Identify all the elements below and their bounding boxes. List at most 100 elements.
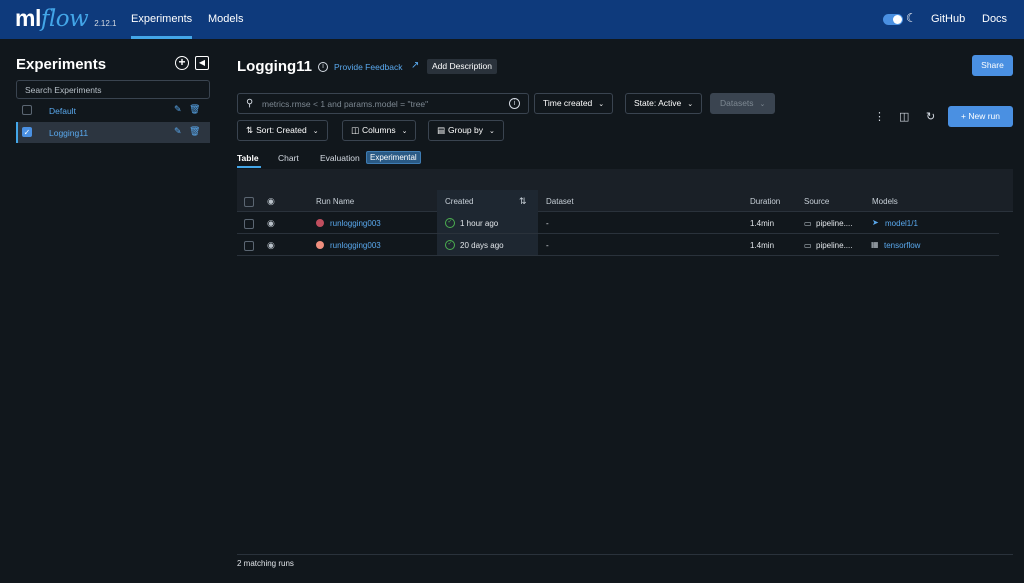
header-duration[interactable]: Duration [750,197,780,206]
sort-desc-icon[interactable]: ⇅ [519,196,527,207]
columns-label: Columns [362,125,396,135]
run-search-box[interactable]: ⚲ i [237,93,529,114]
provide-feedback-link[interactable]: Provide Feedback [334,62,403,72]
search-icon: ⚲ [246,98,254,109]
docs-link[interactable]: Docs [982,13,1007,25]
eye-icon[interactable]: ◉ [267,240,275,251]
dataset-value: - [546,241,549,250]
duration-value: 1.4min [750,241,775,250]
sort-label: Sort: Created [256,125,307,135]
header-models[interactable]: Models [872,197,898,206]
select-all-checkbox[interactable] [244,197,254,207]
page-title: Logging11 [237,58,312,75]
run-color-dot [316,219,324,227]
row-checkbox[interactable] [244,219,254,229]
trash-icon[interactable]: 🗑 [189,126,200,137]
sidebar-item-label[interactable]: Default [49,106,76,116]
dataset-value: - [546,219,549,228]
new-run-button[interactable]: + New run [948,106,1013,127]
chevron-down-icon: ⌄ [401,128,408,135]
tab-active-indicator [237,166,261,168]
chevron-down-icon: ⌄ [687,101,694,108]
group-by-dropdown[interactable]: ▤ Group by ⌄ [428,120,504,141]
check-circle-icon: ✓ [445,218,455,228]
external-link-icon: ↗ [411,60,420,71]
datasets-dropdown[interactable]: Datasets ⌄ [710,93,776,114]
side-panel-icon[interactable]: ◫ [899,110,909,123]
search-help-icon[interactable]: i [509,98,520,109]
header-created[interactable]: Created [445,197,473,206]
experiments-sidebar: Experiments + ◀ Default ✎ 🗑 ✓ Logging11 … [0,39,222,583]
header-dataset[interactable]: Dataset [546,197,574,206]
sort-icon: ⇅ [246,125,254,135]
run-search-input[interactable] [262,97,502,111]
nav-experiments[interactable]: Experiments [131,13,192,25]
run-name-link[interactable]: runlogging003 [330,219,381,228]
header-source[interactable]: Source [804,197,829,206]
time-created-label: Time created [543,98,593,108]
run-color-dot [316,241,324,249]
sidebar-title: Experiments [16,56,107,73]
table-top-band [237,169,1013,190]
run-name-link[interactable]: runlogging003 [330,241,381,250]
state-label: State: Active [634,98,682,108]
default-checkbox[interactable] [22,105,32,115]
add-description-button[interactable]: Add Description [427,59,498,74]
experimental-badge: Experimental [366,151,421,164]
version-label: 2.12.1 [94,19,117,28]
created-value: 1 hour ago [460,219,499,228]
state-dropdown[interactable]: State: Active ⌄ [625,93,703,114]
sort-dropdown[interactable]: ⇅ Sort: Created ⌄ [237,120,328,141]
check-circle-icon: ✓ [445,240,455,250]
nav-models[interactable]: Models [208,13,243,25]
logo-flow-text: flow [40,6,89,32]
matching-runs-count: 2 matching runs [237,559,294,568]
top-nav-bar: ml flow 2.12.1 Experiments Models ☾ GitH… [0,0,1024,39]
columns-icon: ◫ [351,125,360,135]
datasets-label: Datasets [720,98,754,108]
chevron-down-icon: ⌄ [489,128,495,135]
tab-evaluation[interactable]: Evaluation [320,153,360,163]
edit-icon[interactable]: ✎ [174,104,182,115]
created-value: 20 days ago [460,241,504,250]
source-value[interactable]: pipeline.... [816,219,852,228]
laptop-icon: ▭ [804,219,812,228]
mlflow-logo[interactable]: ml flow 2.12.1 [15,5,117,33]
more-options-icon[interactable]: ⋮ [874,110,885,123]
share-button[interactable]: Share [972,55,1013,76]
collapse-sidebar-icon[interactable]: ◀ [195,56,209,70]
time-created-dropdown[interactable]: Time created ⌄ [534,93,614,114]
header-run-name[interactable]: Run Name [316,197,354,206]
refresh-icon[interactable]: ↻ [926,110,935,123]
model-link[interactable]: model1/1 [885,219,918,228]
sidebar-item-default[interactable]: Default ✎ 🗑 [16,100,210,121]
github-link[interactable]: GitHub [931,13,965,25]
theme-toggle[interactable] [883,14,903,25]
source-value[interactable]: pipeline.... [816,241,852,250]
trash-icon[interactable]: 🗑 [189,104,200,115]
add-experiment-icon[interactable]: + [175,56,189,70]
search-experiments-input[interactable] [16,80,210,99]
row-checkbox[interactable] [244,241,254,251]
tensorflow-icon: ▦ [871,240,879,249]
tab-chart[interactable]: Chart [278,153,299,163]
duration-value: 1.4min [750,219,775,228]
info-icon[interactable]: i [318,62,328,72]
footer-divider [237,554,1013,555]
edit-icon[interactable]: ✎ [174,126,182,137]
logging11-checkbox[interactable]: ✓ [22,127,32,137]
eye-icon[interactable]: ◉ [267,196,275,207]
model-link[interactable]: tensorflow [884,241,920,250]
sidebar-item-logging11[interactable]: ✓ Logging11 ✎ 🗑 [16,122,210,143]
tab-table[interactable]: Table [237,153,259,163]
model-icon: ➤ [872,218,879,227]
laptop-icon: ▭ [804,241,812,250]
eye-icon[interactable]: ◉ [267,218,275,229]
chevron-down-icon: ⌄ [759,101,766,108]
columns-dropdown[interactable]: ◫ Columns ⌄ [342,120,417,141]
chevron-down-icon: ⌄ [598,101,605,108]
logo-ml-text: ml [15,5,41,31]
sidebar-item-label[interactable]: Logging11 [49,128,88,138]
group-by-label: Group by [448,125,483,135]
chevron-down-icon: ⌄ [312,128,319,135]
